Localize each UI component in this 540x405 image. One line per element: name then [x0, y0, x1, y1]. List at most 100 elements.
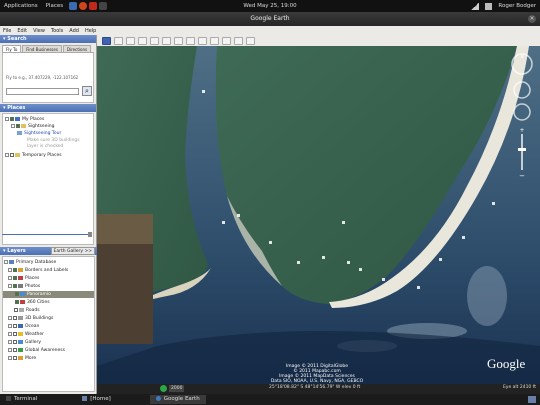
checkbox[interactable] — [13, 355, 17, 360]
add-placemark-button[interactable] — [114, 36, 123, 45]
map-view[interactable]: N + − Image © 2011 DigitalGlobe © 2011 M… — [97, 46, 540, 394]
checkbox[interactable] — [13, 331, 17, 336]
menu-file[interactable]: File — [0, 28, 14, 34]
layer-3d-buildings[interactable]: 3D Buildings — [8, 315, 53, 322]
expander-icon[interactable] — [8, 275, 12, 280]
zoom-slider[interactable] — [521, 134, 523, 170]
checkbox[interactable] — [13, 339, 17, 344]
layer-primary-database[interactable]: Primary Database — [4, 259, 56, 266]
tree-item-sightseeing-tour[interactable]: Sightseeing Tour — [17, 130, 61, 137]
image-overlay-button[interactable] — [150, 36, 159, 45]
layer-places[interactable]: Places — [8, 275, 39, 282]
user-menu[interactable]: Roger Bodger — [498, 3, 536, 9]
fly-to-input[interactable] — [6, 88, 79, 95]
layer-360-cities[interactable]: 360 Cities — [15, 299, 50, 306]
layer-borders[interactable]: Borders and Labels — [8, 267, 68, 274]
firefox-launcher-icon[interactable] — [79, 2, 88, 10]
expander-icon[interactable] — [5, 152, 9, 157]
switch-planet-button[interactable] — [198, 36, 207, 45]
layer-roads[interactable]: Roads — [8, 307, 40, 314]
tree-item-my-places[interactable]: My Places — [5, 116, 44, 123]
layer-weather[interactable]: Weather — [8, 331, 44, 338]
tab-directions[interactable]: Directions — [62, 45, 92, 52]
checkbox[interactable] — [13, 347, 17, 352]
checkbox[interactable] — [13, 283, 17, 288]
workspace-switcher[interactable] — [528, 396, 536, 403]
expander-icon[interactable] — [8, 315, 12, 320]
menu-help[interactable]: Help — [82, 28, 99, 34]
checkbox[interactable] — [13, 323, 17, 328]
slider-handle[interactable] — [88, 232, 92, 237]
checkbox[interactable] — [10, 152, 14, 157]
file-manager-launcher-icon[interactable] — [69, 2, 78, 10]
expander-icon[interactable] — [8, 347, 12, 352]
tree-link[interactable]: Sightseeing Tour — [24, 131, 61, 136]
applications-menu[interactable]: Applications — [0, 3, 42, 9]
expander-icon[interactable] — [8, 339, 12, 344]
close-icon[interactable]: × — [528, 15, 536, 23]
add-path-button[interactable] — [138, 36, 147, 45]
checkbox[interactable] — [13, 275, 17, 280]
checkbox[interactable] — [13, 315, 17, 320]
menu-view[interactable]: View — [30, 28, 48, 34]
task-terminal[interactable]: Terminal — [0, 395, 43, 404]
zoom-handle[interactable] — [518, 148, 526, 151]
view-in-maps-button[interactable] — [246, 36, 255, 45]
layers-panel-header[interactable]: ▾ Layers Earth Gallery >> — [0, 247, 97, 255]
satellite-imagery[interactable] — [97, 46, 540, 394]
task-google-earth[interactable]: Google Earth — [149, 395, 206, 404]
window-titlebar[interactable]: Google Earth × — [0, 12, 540, 26]
print-button[interactable] — [234, 36, 243, 45]
tree-item-temporary-places[interactable]: Temporary Places — [5, 152, 62, 159]
layer-photos[interactable]: Photos — [8, 283, 40, 290]
slider-track[interactable] — [2, 234, 88, 235]
expander-icon[interactable] — [4, 259, 8, 264]
search-button[interactable]: ⌕ — [82, 86, 92, 96]
expander-icon[interactable] — [5, 116, 9, 121]
ruler-button[interactable] — [210, 36, 219, 45]
layer-gallery[interactable]: Gallery — [8, 339, 41, 346]
network-icon[interactable] — [471, 2, 480, 10]
expander-icon[interactable] — [8, 331, 12, 336]
look-joystick[interactable] — [513, 81, 531, 99]
layer-more[interactable]: More — [8, 355, 36, 362]
record-tour-button[interactable] — [162, 36, 171, 45]
email-button[interactable] — [222, 36, 231, 45]
sunlight-button[interactable] — [186, 36, 195, 45]
expander-icon[interactable] — [8, 323, 12, 328]
tree-item-sightseeing[interactable]: Sightseeing — [11, 123, 54, 130]
checkbox[interactable] — [15, 299, 19, 304]
volume-icon[interactable] — [485, 2, 493, 10]
layer-panoramio[interactable]: Panoramio — [3, 291, 94, 298]
terminal-launcher-icon[interactable] — [99, 2, 108, 10]
layer-ocean[interactable]: Ocean — [8, 323, 39, 330]
clock[interactable]: Wed May 25, 19:00 — [230, 3, 310, 9]
tour-play-icon[interactable] — [160, 385, 167, 392]
places-panel-header[interactable]: ▾ Places — [0, 104, 96, 112]
checkbox[interactable] — [10, 116, 14, 121]
menu-edit[interactable]: Edit — [14, 28, 30, 34]
move-joystick[interactable] — [513, 103, 531, 121]
checkbox[interactable] — [14, 307, 18, 312]
checkbox[interactable] — [16, 123, 20, 128]
task-home[interactable]: [Home] — [76, 395, 117, 404]
expander-icon[interactable] — [11, 123, 15, 128]
expander-icon[interactable] — [8, 283, 12, 288]
places-menu[interactable]: Places — [42, 3, 68, 9]
editor-launcher-icon[interactable] — [89, 2, 98, 10]
menu-tools[interactable]: Tools — [48, 28, 66, 34]
earth-gallery-button[interactable]: Earth Gallery >> — [50, 247, 95, 255]
toggle-sidebar-button[interactable] — [102, 36, 111, 45]
tab-find-businesses[interactable]: Find Businesses — [22, 45, 62, 52]
search-panel-header[interactable]: ▾ Search — [0, 35, 96, 43]
expander-icon[interactable] — [8, 267, 12, 272]
checkbox[interactable] — [15, 291, 19, 296]
opacity-slider[interactable] — [2, 232, 95, 237]
tab-fly-to[interactable]: Fly To — [2, 45, 22, 52]
menu-add[interactable]: Add — [66, 28, 82, 34]
historical-imagery-button[interactable] — [174, 36, 183, 45]
navigation-controls[interactable]: N + − — [507, 52, 537, 182]
add-polygon-button[interactable] — [126, 36, 135, 45]
layer-global-awareness[interactable]: Global Awareness — [8, 347, 65, 354]
expander-icon[interactable] — [8, 355, 12, 360]
